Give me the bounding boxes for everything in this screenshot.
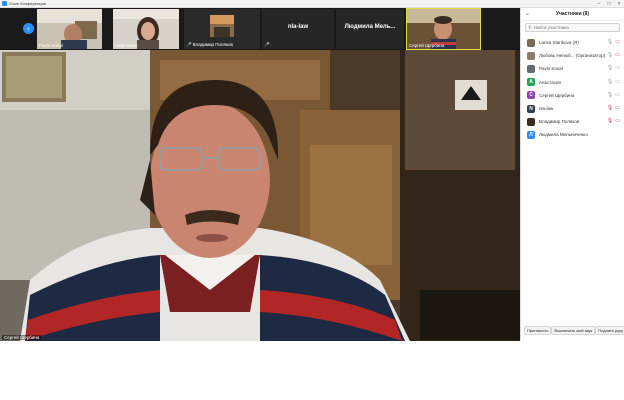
mic-icon[interactable]: 🎙 [607,52,613,58]
participant-row[interactable]: N nla-law 🎙 ▭ [521,102,624,115]
avatar [527,117,535,126]
invite-button[interactable]: Пригласить [524,326,552,335]
video-off-icon[interactable]: ▭ [615,39,620,45]
participant-name: Сергей Щербина [539,92,575,98]
participant-row[interactable]: Larisa Starikova (Я) 🎙 ▭ [521,36,624,49]
zoom-app-icon [2,1,7,6]
participant-row[interactable]: Pavlo Koval 🎙 ▭ [521,62,624,75]
mute-self-button[interactable]: Выключить мой звук [551,326,596,335]
participant-row[interactable]: Л Людмила Мельниченко [521,128,624,141]
participant-name: Анастасия [539,79,561,85]
raise-hand-button[interactable]: Поднять руку [595,326,624,335]
minimize-icon[interactable]: – [594,0,604,8]
video-icon[interactable]: ▭ [615,65,620,71]
participants-header: ⌄ Участники (8) [521,8,624,21]
participant-name: Людмила Мельниченко [539,132,588,138]
participant-name: Любовь Нелюб... (Организатор) [539,53,606,59]
participant-list: Larisa Starikova (Я) 🎙 ▭ Любовь Нелюб... … [521,36,624,142]
video-thumbnail-strip: ‹ Pavlo Koval Анастасия 🎤Владимир Поляко… [0,8,520,50]
speaker-name-label: Сергей Щербина [2,335,42,340]
participant-row[interactable]: A Анастасия 🎙 ▭ [521,76,624,89]
mic-icon[interactable]: 🎙 [607,39,613,45]
participant-name: Larisa Starikova (Я) [539,40,579,46]
tile-name: 🎤Владимир Поляков [186,42,233,47]
video-off-icon[interactable]: ▭ [615,105,620,111]
mic-muted-icon[interactable]: 🎙 [607,105,613,111]
participant-name: nla-law [539,106,554,112]
mic-icon[interactable]: 🎙 [607,79,613,85]
search-input[interactable] [533,25,614,30]
participants-title: Участники (8) [555,11,590,17]
video-tile[interactable]: nla-law 🎤 [262,9,334,49]
participant-row[interactable]: Владимир Поляков 🎙 ▭ [521,115,624,128]
avatar [527,38,535,47]
video-tile[interactable]: 🎤Владимир Поляков [184,9,260,49]
tile-name: Pavlo Koval [39,43,63,48]
active-speaker-video: Сергей Щербина [0,50,520,341]
tile-label: Людмила Мель... [344,24,396,30]
video-icon[interactable]: ▭ [615,79,620,85]
avatar: C [527,91,535,100]
participant-name: Владимир Поляков [539,119,580,125]
avatar: N [527,104,535,113]
video-off-icon[interactable]: ▭ [615,52,620,58]
mic-icon[interactable]: 🎙 [607,92,613,98]
title-bar: Zoom Конференция – □ × [0,0,624,8]
video-tile[interactable]: Pavlo Koval [37,9,102,49]
participant-name: Pavlo Koval [539,66,563,72]
speaker-video-frame [0,50,520,341]
participant-search[interactable]: ⚲ [525,23,620,32]
window-title: Zoom Конференция [9,0,46,6]
mic-icon[interactable]: 🎙 [607,65,613,71]
mic-muted-icon[interactable]: 🎙 [607,118,613,124]
video-tile[interactable]: Людмила Мель... [336,9,404,49]
participants-footer: Пригласить Выключить мой звук Поднять ру… [521,326,624,335]
mic-muted-icon: 🎤 [264,42,270,47]
tile-name: Сергей Щербина [409,43,445,48]
avatar [527,51,535,60]
video-tile-active[interactable]: Сергей Щербина [406,8,481,50]
tile-name: Анастасия [115,43,137,48]
avatar: A [527,78,535,87]
video-tile[interactable]: Анастасия [113,9,179,49]
participant-row[interactable]: Любовь Нелюб... (Организатор) 🎙 ▭ [521,49,624,62]
participants-panel: ⌄ Участники (8) ⚲ Larisa Starikova (Я) 🎙… [520,8,624,341]
tile-label: nla-law [287,24,309,30]
participant-row[interactable]: C Сергей Щербина 🎙 ▭ [521,89,624,102]
video-off-icon[interactable]: ▭ [615,118,620,124]
avatar: Л [527,130,535,139]
video-icon[interactable]: ▭ [615,92,620,98]
mic-muted-icon: 🎤 [186,42,192,47]
avatar [527,64,535,73]
maximize-icon[interactable]: □ [604,0,614,8]
search-icon: ⚲ [528,24,532,31]
previous-page-icon[interactable]: ‹ [23,23,34,34]
close-icon[interactable]: × [614,0,624,8]
